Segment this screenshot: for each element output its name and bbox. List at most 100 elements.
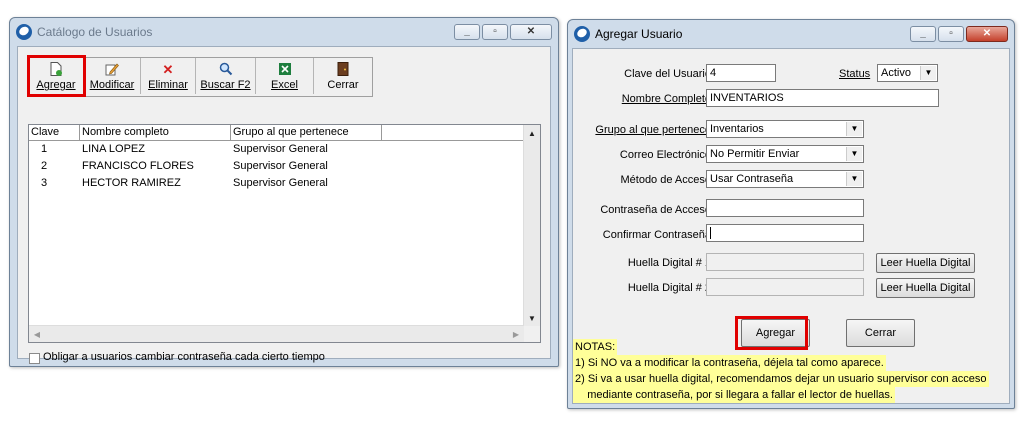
table-row[interactable]: 1 LINA LOPEZ Supervisor General [29,141,524,158]
contrasena-label: Contraseña de Acceso [600,204,711,216]
close-icon: ✕ [982,28,992,39]
chevron-down-icon[interactable]: ▼ [846,172,862,186]
nombre-field[interactable]: INVENTARIOS [706,89,939,107]
row-nombre: HECTOR RAMIREZ [82,177,181,189]
catalog-caption-buttons: _ ▫ ✕ [454,24,552,40]
minimize-button[interactable]: _ [454,24,480,40]
note-3: mediante contraseña, por si llegara a fa… [573,387,895,403]
row-grupo: Supervisor General [233,160,328,172]
modificar-label: Modificar [89,79,135,91]
row-clave: 1 [41,143,48,155]
force-password-change-checkbox[interactable] [29,353,40,364]
modificar-button[interactable]: Modificar [84,58,141,94]
agregar-submit-button[interactable]: Agregar [741,319,810,347]
leer-huella-1-button[interactable]: Leer Huella Digital [876,253,975,273]
chevron-down-icon[interactable]: ▼ [846,122,862,136]
metodo-value: Usar Contraseña [710,173,794,185]
grupo-label: Grupo al que pertenece [595,124,711,136]
door-icon [336,62,350,76]
row-nombre: LINA LOPEZ [82,143,145,155]
maximize-button[interactable]: ▫ [938,26,964,42]
huella1-field [706,253,864,271]
huella1-label: Huella Digital # 1 [627,257,711,269]
add-user-caption-buttons: _ ▫ ✕ [910,26,1008,42]
maximize-button[interactable]: ▫ [482,24,508,40]
minimize-button[interactable]: _ [910,26,936,42]
close-icon: ✕ [526,26,536,37]
list-header: Clave Nombre completo Grupo al que perte… [29,125,524,141]
eliminar-button[interactable]: ✕ Eliminar [141,58,196,94]
app-icon [16,24,32,40]
clave-label: Clave del Usuario [624,68,711,80]
app-icon [574,26,590,42]
table-row[interactable]: 3 HECTOR RAMIREZ Supervisor General [29,175,524,192]
users-list[interactable]: Clave Nombre completo Grupo al que perte… [28,124,541,343]
scroll-down-icon[interactable]: ▼ [524,310,540,326]
agregar-label: Agregar [36,79,76,91]
status-value: Activo [881,67,911,79]
scroll-left-icon[interactable]: ◀ [29,326,45,342]
row-nombre: FRANCISCO FLORES [82,160,194,172]
grupo-label-text: Grupo al que pertenece [595,124,711,136]
close-button[interactable]: ✕ [510,24,552,40]
note-1: 1) Si NO va a modificar la contraseña, d… [573,355,886,371]
status-select[interactable]: Activo ▼ [877,64,938,82]
status-label: Status [839,68,870,80]
text-caret [710,227,711,239]
excel-button[interactable]: Excel [256,58,314,94]
scroll-right-icon[interactable]: ▶ [508,326,524,342]
catalog-client-area: Agregar Modificar ✕ Eliminar Buscar F2 E… [17,46,551,364]
grupo-select[interactable]: Inventarios ▼ [706,120,864,138]
close-button[interactable]: ✕ [966,26,1008,42]
huella2-field [706,278,864,296]
cerrar-toolbar-button[interactable]: Cerrar [314,58,372,94]
clave-field[interactable]: 4 [706,64,776,82]
buscar-label: Buscar F2 [200,79,251,91]
cerrar-toolbar-label: Cerrar [327,79,359,91]
catalog-window-title: Catálogo de Usuarios [37,25,153,39]
delete-icon: ✕ [162,61,174,77]
contrasena-field[interactable] [706,199,864,217]
row-clave: 2 [41,160,48,172]
new-document-icon [49,62,63,76]
maximize-icon: ▫ [949,28,953,39]
notes-title: NOTAS: [573,339,618,355]
vertical-scrollbar[interactable]: ▲ ▼ [523,125,540,326]
leer-huella-2-button[interactable]: Leer Huella Digital [876,278,975,298]
agregar-button[interactable]: Agregar [29,58,84,94]
scroll-corner [524,326,540,342]
column-grupo[interactable]: Grupo al que pertenece [231,125,382,140]
chevron-down-icon[interactable]: ▼ [920,66,936,80]
maximize-icon: ▫ [493,26,497,37]
chevron-down-icon[interactable]: ▼ [846,147,862,161]
correo-value: No Permitir Enviar [710,148,800,160]
row-grupo: Supervisor General [233,143,328,155]
excel-label: Excel [271,79,298,91]
add-user-window-title: Agregar Usuario [595,27,683,41]
add-user-window: Agregar Usuario _ ▫ ✕ Clave del Usuario … [567,19,1015,409]
correo-label: Correo Electrónico [619,149,711,161]
minimize-icon: _ [464,26,470,37]
grupo-value: Inventarios [710,123,764,135]
table-row[interactable]: 2 FRANCISCO FLORES Supervisor General [29,158,524,175]
status-label-text: Status [839,68,871,80]
metodo-select[interactable]: Usar Contraseña ▼ [706,170,864,188]
force-password-change-label: Obligar a usuarios cambiar contraseña ca… [43,351,325,363]
buscar-button[interactable]: Buscar F2 [196,58,256,94]
catalog-toolbar: Agregar Modificar ✕ Eliminar Buscar F2 E… [28,57,373,97]
catalog-window: Catálogo de Usuarios _ ▫ ✕ Agregar Modif… [9,17,559,367]
horizontal-scrollbar[interactable]: ◀ ▶ [29,325,524,342]
correo-select[interactable]: No Permitir Enviar ▼ [706,145,864,163]
confirmar-field[interactable] [706,224,864,242]
huella2-label: Huella Digital # 2 [627,282,711,294]
confirmar-label: Confirmar Contraseña [602,229,711,241]
scroll-up-icon[interactable]: ▲ [524,125,540,141]
nombre-label-text: Nombre Completo [621,93,711,105]
nombre-label: Nombre Completo [622,93,711,105]
excel-icon [278,62,292,76]
column-clave[interactable]: Clave [29,125,80,140]
row-grupo: Supervisor General [233,177,328,189]
cerrar-button[interactable]: Cerrar [846,319,915,347]
note-2: 2) Si va a usar huella digital, recomend… [573,371,989,387]
column-nombre[interactable]: Nombre completo [80,125,231,140]
